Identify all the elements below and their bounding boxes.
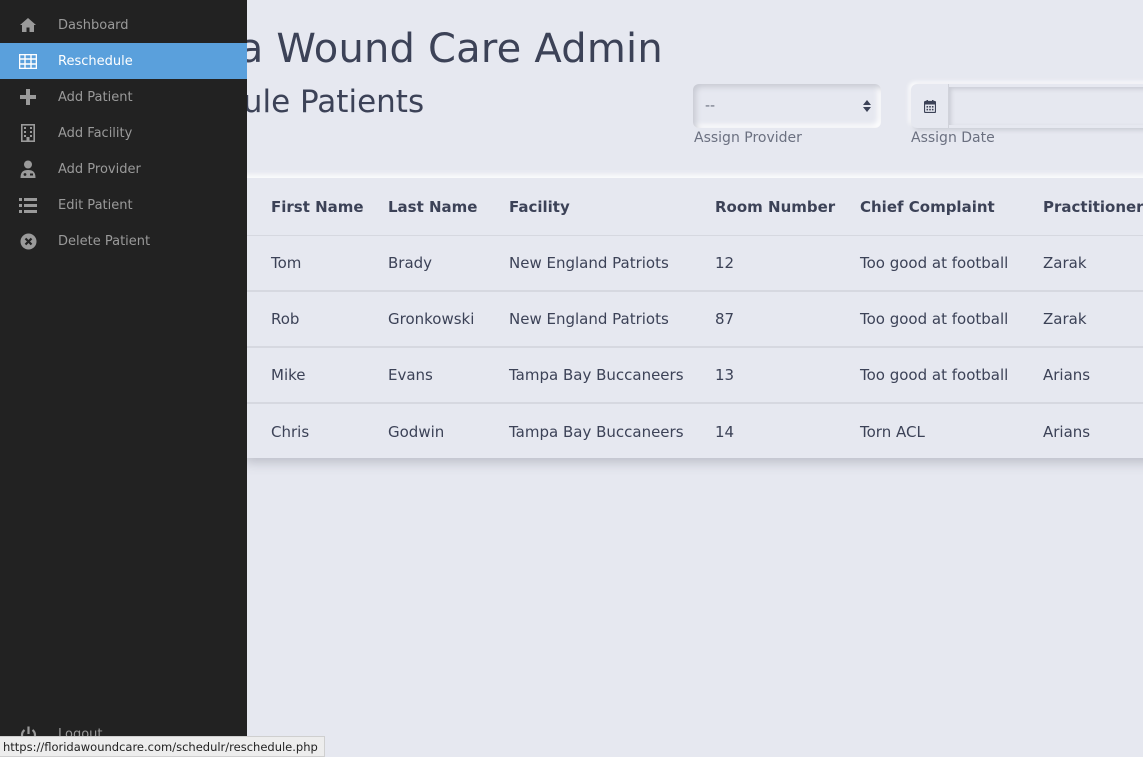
times-circle-icon (18, 231, 38, 251)
home-icon (18, 15, 38, 35)
cell-chief-complaint: Too good at football (860, 310, 1009, 328)
sidebar-item-label: Dashboard (58, 17, 129, 33)
cell-last-name: Brady (388, 254, 433, 272)
cell-practitioner: Zarak (1043, 254, 1087, 272)
cell-practitioner: Arians (1043, 423, 1091, 441)
sidebar-item-add-provider[interactable]: Add Provider (0, 151, 247, 187)
cell-room-number: 14 (715, 423, 735, 441)
assign-date-label: Assign Date (911, 130, 995, 146)
sidebar: Dashboard Reschedule Add Patient Add Fac… (0, 0, 247, 757)
cell-practitioner: Zarak (1043, 310, 1087, 328)
header-practitioner[interactable]: Practitioner (1043, 178, 1143, 235)
cell-facility: Tampa Bay Buccaneers (509, 423, 684, 441)
status-bar-url: https://floridawoundcare.com/schedulr/re… (0, 736, 325, 757)
table-row[interactable]: Rob Gronkowski New England Patriots 87 T… (240, 292, 1143, 348)
table-row[interactable]: Tom Brady New England Patriots 12 Too go… (240, 236, 1143, 292)
sidebar-item-delete-patient[interactable]: Delete Patient (0, 223, 247, 259)
cell-room-number: 13 (715, 366, 735, 384)
cell-last-name: Gronkowski (388, 310, 475, 328)
cell-facility: New England Patriots (509, 310, 669, 328)
cell-last-name: Evans (388, 366, 433, 384)
sidebar-item-reschedule[interactable]: Reschedule (0, 43, 247, 79)
sidebar-item-add-patient[interactable]: Add Patient (0, 79, 247, 115)
cell-practitioner: Arians (1043, 366, 1091, 384)
cell-first-name: Mike (271, 366, 306, 384)
sidebar-item-label: Delete Patient (58, 233, 151, 249)
provider-select-value: -- (705, 98, 716, 114)
header-facility[interactable]: Facility (509, 178, 570, 235)
assign-date-group (911, 84, 1143, 128)
sidebar-item-label: Add Provider (58, 161, 141, 177)
table-row[interactable]: Chris Godwin Tampa Bay Buccaneers 14 Tor… (240, 404, 1143, 460)
table-row[interactable]: Mike Evans Tampa Bay Buccaneers 13 Too g… (240, 348, 1143, 404)
sidebar-item-label: Edit Patient (58, 197, 133, 213)
cell-chief-complaint: Too good at football (860, 254, 1009, 272)
sidebar-item-dashboard[interactable]: Dashboard (0, 7, 247, 43)
sidebar-item-label: Add Facility (58, 125, 133, 141)
cell-first-name: Rob (271, 310, 300, 328)
patients-table: First Name Last Name Facility Room Numbe… (240, 178, 1143, 458)
assign-provider-select[interactable]: -- (693, 84, 881, 128)
plus-icon (18, 87, 38, 107)
table-header-row: First Name Last Name Facility Room Numbe… (240, 178, 1143, 236)
cell-last-name: Godwin (388, 423, 445, 441)
sidebar-item-label: Reschedule (58, 53, 133, 69)
header-room-number[interactable]: Room Number (715, 178, 835, 235)
header-chief-complaint[interactable]: Chief Complaint (860, 178, 995, 235)
cell-room-number: 87 (715, 310, 735, 328)
cell-first-name: Chris (271, 423, 310, 441)
table-icon (18, 51, 38, 71)
assign-provider-label: Assign Provider (694, 130, 802, 146)
sidebar-item-edit-patient[interactable]: Edit Patient (0, 187, 247, 223)
building-icon (18, 123, 38, 143)
cell-first-name: Tom (271, 254, 302, 272)
calendar-icon[interactable] (911, 84, 949, 128)
cell-facility: New England Patriots (509, 254, 669, 272)
list-icon (18, 195, 38, 215)
assign-date-input[interactable] (949, 87, 1143, 125)
sidebar-item-label: Add Patient (58, 89, 133, 105)
header-last-name[interactable]: Last Name (388, 178, 477, 235)
sidebar-item-add-facility[interactable]: Add Facility (0, 115, 247, 151)
header-first-name[interactable]: First Name (271, 178, 364, 235)
user-md-icon (18, 159, 38, 179)
cell-chief-complaint: Too good at football (860, 366, 1009, 384)
cell-facility: Tampa Bay Buccaneers (509, 366, 684, 384)
select-arrows-icon (863, 98, 871, 114)
cell-room-number: 12 (715, 254, 735, 272)
cell-chief-complaint: Torn ACL (860, 423, 925, 441)
